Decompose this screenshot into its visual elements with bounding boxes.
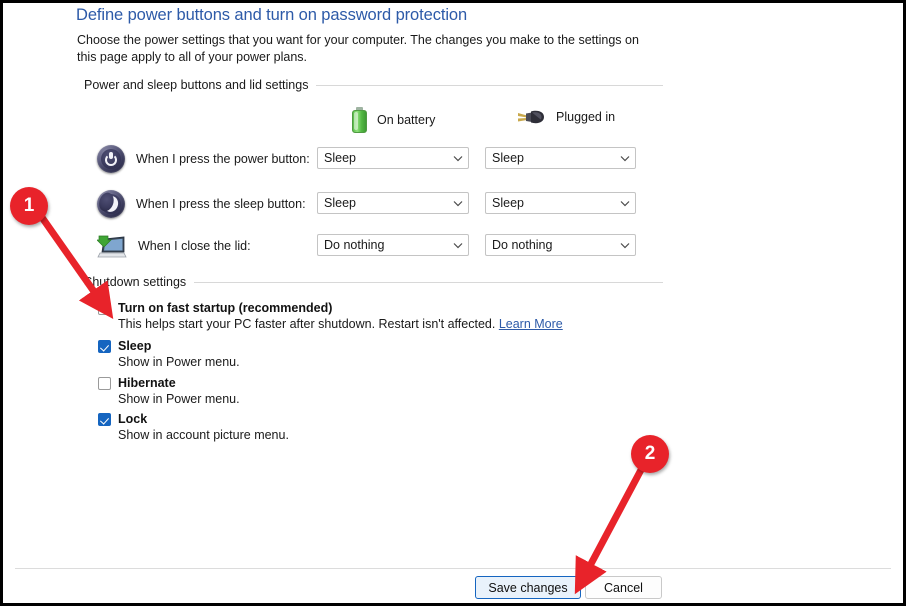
annotation-arrow-2 — [574, 466, 646, 595]
checkbox-row[interactable]: Lock — [98, 412, 289, 426]
dropdown-value: Sleep — [492, 196, 524, 210]
checkbox-description: Show in Power menu. — [118, 355, 240, 369]
group-heading-label: Power and sleep buttons and lid settings — [84, 78, 309, 92]
dialog-content: Define power buttons and turn on passwor… — [3, 3, 903, 603]
checkbox-label: Hibernate — [118, 376, 176, 390]
checkbox-label: Lock — [118, 412, 148, 426]
column-header-label: Plugged in — [556, 110, 616, 124]
description-text: This helps start your PC faster after sh… — [118, 317, 496, 331]
group-heading-shutdown-settings: Shutdown settings — [84, 275, 663, 289]
setting-row-label: When I close the lid: — [138, 239, 251, 253]
power-plug-icon — [516, 107, 546, 127]
checkbox-row[interactable]: Sleep — [98, 339, 240, 353]
shutdown-option-lock: Lock Show in account picture menu. — [98, 412, 289, 442]
laptop-lid-icon — [96, 233, 127, 259]
close-lid-on-battery-dropdown[interactable]: Do nothing — [317, 234, 469, 256]
save-changes-button[interactable]: Save changes — [475, 576, 581, 599]
page-title: Define power buttons and turn on passwor… — [76, 6, 468, 24]
checkbox-label: Sleep — [118, 339, 152, 353]
power-button-on-battery-dropdown[interactable]: Sleep — [317, 147, 469, 169]
dropdown-value: Sleep — [492, 151, 524, 165]
cancel-button[interactable]: Cancel — [585, 576, 662, 599]
lock-checkbox[interactable] — [98, 413, 111, 426]
sleep-button-icon — [97, 190, 125, 218]
chevron-down-icon — [615, 155, 635, 162]
setting-row-label: When I press the power button: — [136, 152, 310, 166]
dropdown-value: Sleep — [324, 196, 356, 210]
chevron-down-icon — [448, 200, 468, 207]
close-lid-plugged-in-dropdown[interactable]: Do nothing — [485, 234, 636, 256]
sleep-checkbox[interactable] — [98, 340, 111, 353]
shutdown-option-sleep: Sleep Show in Power menu. — [98, 339, 240, 369]
shutdown-option-fast-startup: Turn on fast startup (recommended) This … — [98, 301, 563, 331]
group-heading-rule — [316, 85, 663, 86]
annotation-badge-2: 2 — [631, 435, 669, 473]
annotation-badge-1: 1 — [10, 187, 48, 225]
setting-row-power-button: When I press the power button: — [97, 144, 310, 174]
page-description: Choose the power settings that you want … — [77, 33, 639, 64]
power-button-icon — [97, 145, 125, 173]
checkbox-row[interactable]: Hibernate — [98, 376, 240, 390]
chevron-down-icon — [615, 200, 635, 207]
checkbox-description: This helps start your PC faster after sh… — [118, 317, 563, 331]
dropdown-value: Do nothing — [324, 238, 385, 252]
checkbox-description: Show in Power menu. — [118, 392, 240, 406]
chevron-down-icon — [615, 242, 635, 249]
group-heading-rule — [194, 282, 663, 283]
column-header-on-battery: On battery — [352, 107, 435, 133]
setting-row-label: When I press the sleep button: — [136, 197, 306, 211]
fast-startup-checkbox[interactable] — [98, 302, 111, 315]
shutdown-option-hibernate: Hibernate Show in Power menu. — [98, 376, 240, 406]
annotation-arrow-1 — [38, 213, 114, 320]
dropdown-value: Sleep — [324, 151, 356, 165]
column-header-plugged-in: Plugged in — [516, 107, 615, 127]
checkbox-description: Show in account picture menu. — [118, 428, 289, 442]
sleep-button-plugged-in-dropdown[interactable]: Sleep — [485, 192, 636, 214]
sleep-button-on-battery-dropdown[interactable]: Sleep — [317, 192, 469, 214]
learn-more-link[interactable]: Learn More — [499, 317, 563, 331]
setting-row-close-lid: When I close the lid: — [96, 231, 251, 261]
power-options-dialog: Define power buttons and turn on passwor… — [0, 0, 906, 606]
chevron-down-icon — [448, 155, 468, 162]
hibernate-checkbox[interactable] — [98, 377, 111, 390]
group-heading-power-sleep-lid: Power and sleep buttons and lid settings — [84, 78, 663, 92]
power-button-plugged-in-dropdown[interactable]: Sleep — [485, 147, 636, 169]
checkbox-row[interactable]: Turn on fast startup (recommended) — [98, 301, 563, 315]
group-heading-label: Shutdown settings — [84, 275, 187, 289]
setting-row-sleep-button: When I press the sleep button: — [97, 189, 306, 219]
checkbox-label: Turn on fast startup (recommended) — [118, 301, 333, 315]
column-header-label: On battery — [377, 113, 436, 127]
footer-divider — [15, 568, 891, 569]
battery-icon — [352, 107, 367, 133]
chevron-down-icon — [448, 242, 468, 249]
dropdown-value: Do nothing — [492, 238, 553, 252]
